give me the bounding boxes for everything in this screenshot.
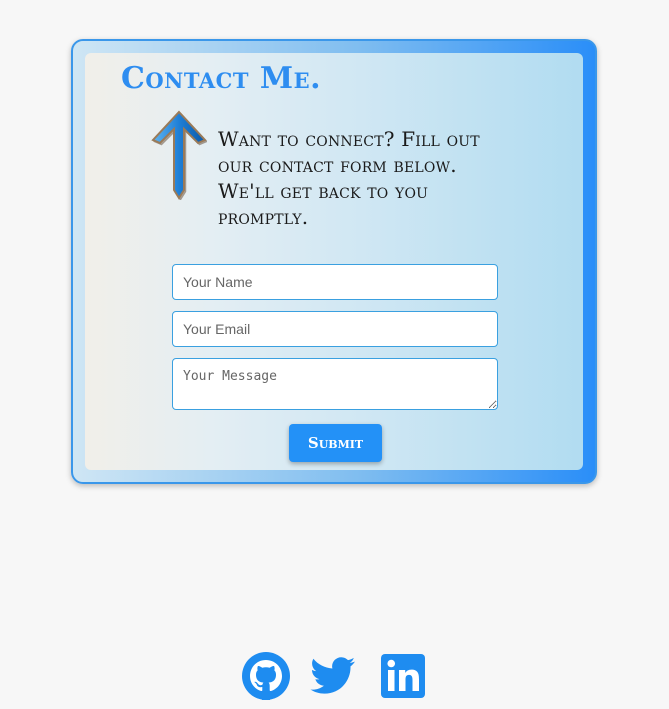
contact-title: Contact Me. xyxy=(121,61,322,96)
message-textarea[interactable] xyxy=(172,358,498,410)
submit-button[interactable]: Submit xyxy=(289,424,382,462)
name-input[interactable] xyxy=(172,264,498,300)
contact-blurb: Want to connect? Fill out our contact fo… xyxy=(218,127,480,229)
up-arrow-icon xyxy=(151,110,207,200)
contact-card-inner: Contact Me. Want to connect? Fill out ou… xyxy=(85,53,583,470)
linkedin-icon[interactable] xyxy=(377,650,429,702)
email-input[interactable] xyxy=(172,311,498,347)
github-icon[interactable] xyxy=(240,650,292,702)
contact-card: Contact Me. Want to connect? Fill out ou… xyxy=(71,39,597,484)
twitter-icon[interactable] xyxy=(307,650,359,702)
